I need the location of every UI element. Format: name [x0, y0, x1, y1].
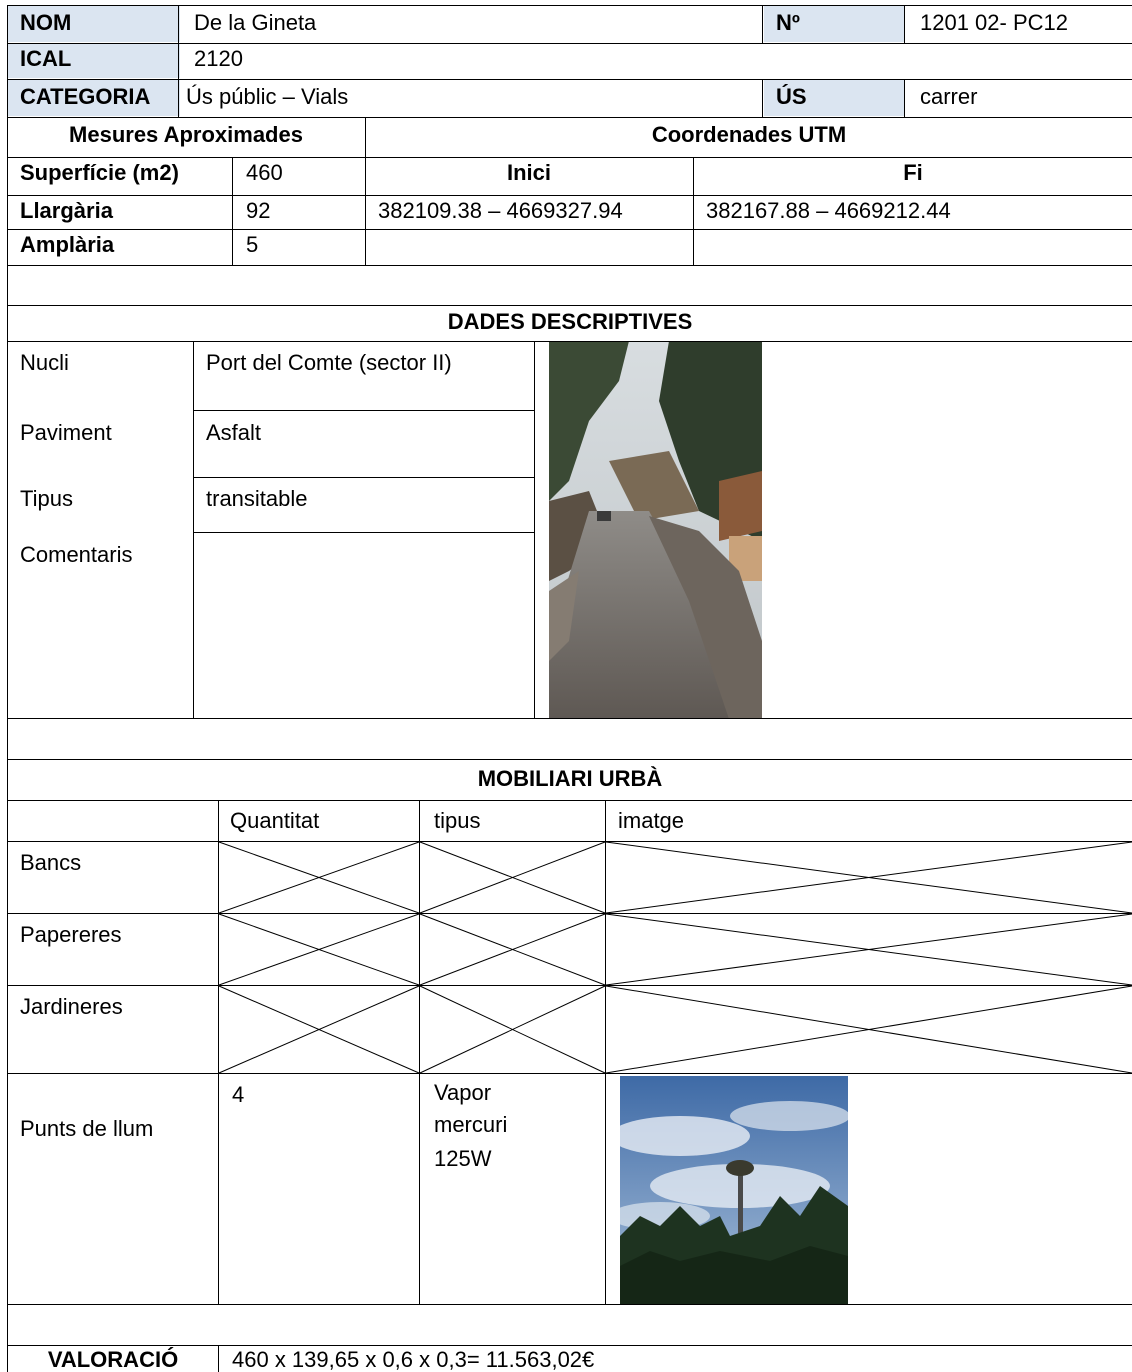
us-label: ÚS: [764, 80, 904, 116]
row-jardineres-label: Jardineres: [20, 994, 123, 1019]
coords-fi-value: 382167.88 – 4669212.44: [706, 198, 951, 223]
descriptive-title: DADES DESCRIPTIVES: [447, 309, 693, 334]
coords-inici-label: Inici: [506, 160, 551, 185]
comentaris-label: Comentaris: [20, 542, 133, 567]
comentaris-value: [194, 534, 532, 718]
tipus-label: Tipus: [20, 486, 73, 511]
lamp-photo-drawing: [620, 1076, 848, 1304]
measures-title: Mesures Aproximades: [69, 122, 303, 147]
ical-label: ICAL: [8, 44, 180, 78]
col-imatge: imatge: [618, 808, 685, 833]
us-value: carrer: [920, 84, 978, 109]
row-punts-type-1: Vapor: [434, 1080, 492, 1105]
coords-fi-label: Fi: [903, 160, 923, 185]
paviment-value: Asfalt: [206, 420, 262, 445]
ical-value: 2120: [194, 46, 243, 71]
nom-value: De la Gineta: [194, 10, 317, 35]
superficie-value: 460: [246, 160, 283, 185]
nucli-label: Nucli: [20, 350, 69, 375]
nucli-value: Port del Comte (sector II): [206, 350, 452, 375]
lamp-photo: [620, 1076, 848, 1304]
paviment-label: Paviment: [20, 420, 112, 445]
col-quantitat: Quantitat: [230, 808, 320, 833]
row-papereres-label: Papereres: [20, 922, 122, 947]
tipus-value: transitable: [206, 486, 308, 511]
row-punts-type-2: mercuri: [434, 1112, 508, 1137]
row-punts-label: Punts de llum: [20, 1116, 154, 1141]
furniture-title: MOBILIARI URBÀ: [477, 766, 663, 791]
llargaria-label: Llargària: [20, 198, 113, 223]
row-punts-type-3: 125W: [434, 1146, 492, 1171]
categoria-value: Ús públic – Vials: [186, 84, 349, 109]
coords-title: Coordenades UTM: [651, 122, 847, 147]
categoria-label: CATEGORIA: [8, 80, 180, 116]
num-value: 1201 02- PC12: [920, 10, 1068, 35]
amplaria-value: 5: [246, 232, 259, 257]
street-photo: [549, 341, 762, 719]
superficie-label: Superfície (m2): [20, 160, 179, 185]
valoracio-label: VALORACIÓ: [47, 1347, 179, 1372]
street-photo-drawing: [549, 341, 762, 719]
valoracio-value: 460 x 139,65 x 0,6 x 0,3= 11.563,02€: [232, 1347, 595, 1372]
col-tipus: tipus: [434, 808, 481, 833]
nom-label: NOM: [8, 6, 180, 42]
row-punts-quantity: 4: [232, 1082, 245, 1107]
llargaria-value: 92: [246, 198, 271, 223]
row-bancs-label: Bancs: [20, 850, 82, 875]
num-label: Nº: [764, 6, 904, 42]
coords-inici-value: 382109.38 – 4669327.94: [378, 198, 623, 223]
amplaria-label: Amplària: [20, 232, 115, 257]
